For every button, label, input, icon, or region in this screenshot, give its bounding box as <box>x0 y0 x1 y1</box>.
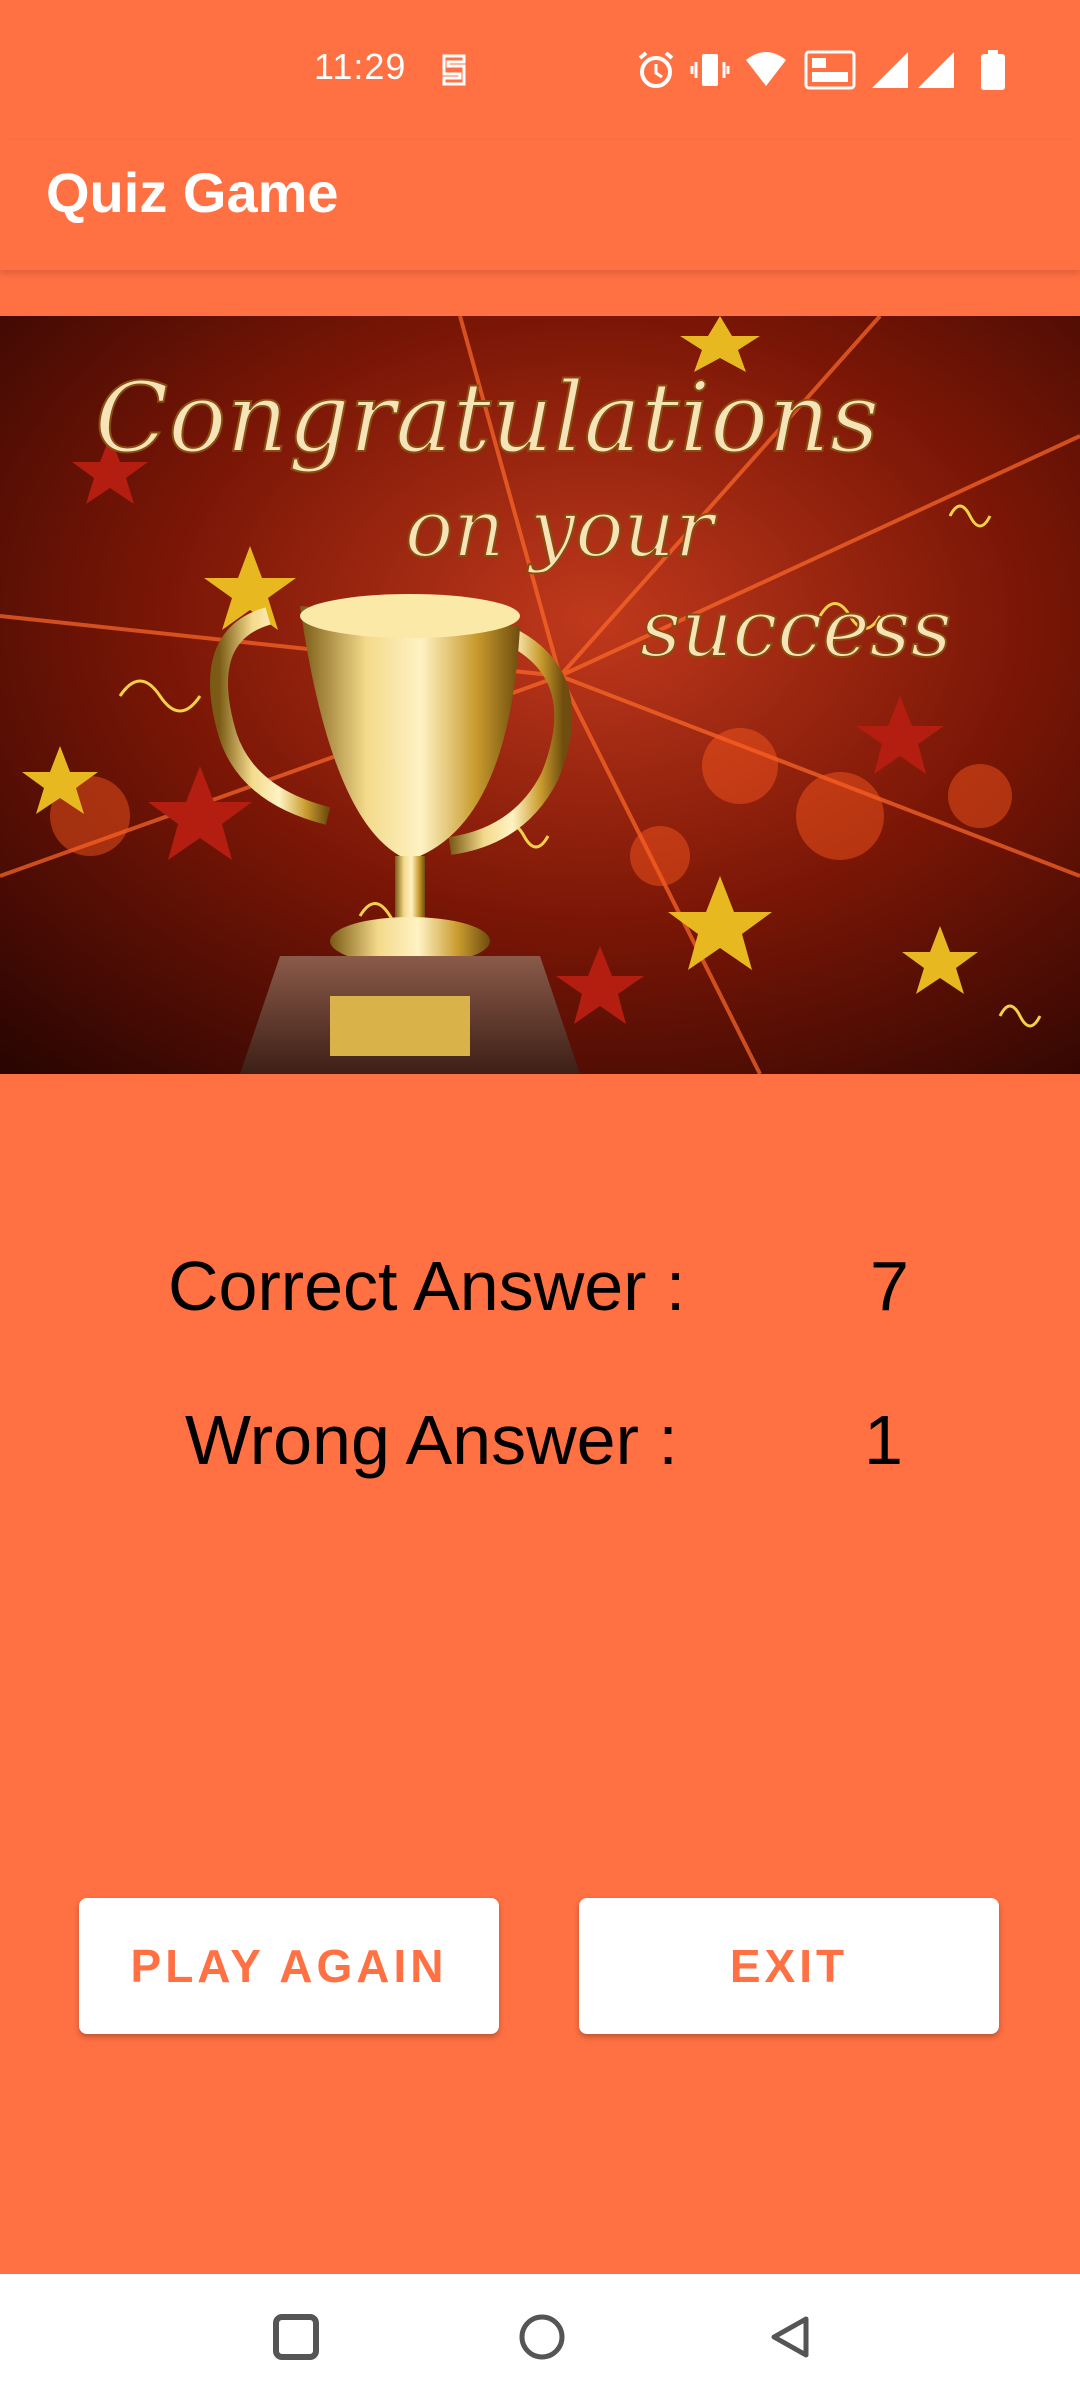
play-again-button[interactable]: PLAY AGAIN <box>79 1898 499 2034</box>
wrong-answer-label: Wrong Answer : <box>185 1401 678 1479</box>
wifi-icon <box>744 50 788 95</box>
back-button[interactable] <box>730 2274 850 2400</box>
volte-icon <box>804 50 856 95</box>
banner-line-2: on your <box>405 482 718 575</box>
signal-icon <box>870 50 910 95</box>
app-bar: Quiz Game <box>0 140 1080 270</box>
battery-icon <box>978 50 1008 95</box>
wrong-answer-value: 1 <box>864 1401 903 1479</box>
vibrate-icon <box>690 50 730 95</box>
home-icon <box>519 2314 565 2360</box>
alarm-icon <box>636 50 676 95</box>
banner-line-3: success <box>640 582 952 675</box>
exit-button[interactable]: EXIT <box>579 1898 999 2034</box>
status-time: 11:29 <box>314 46 407 87</box>
correct-answer-label: Correct Answer : <box>168 1247 686 1325</box>
recents-icon <box>273 2314 319 2360</box>
navigation-bar <box>0 2274 1080 2400</box>
app-root: 11:29 Quiz Game Congratulations on your … <box>0 0 1080 2400</box>
home-button[interactable] <box>482 2274 602 2400</box>
app-title: Quiz Game <box>46 161 339 224</box>
banner-line-1: Congratulations <box>95 362 879 474</box>
status-bar: 11:29 <box>0 0 1080 140</box>
signal-icon <box>916 50 956 95</box>
back-icon <box>771 2316 809 2358</box>
congratulations-banner: Congratulations on your success <box>0 316 1080 1074</box>
recents-button[interactable] <box>236 2274 356 2400</box>
correct-answer-value: 7 <box>870 1247 909 1325</box>
notification-icon <box>438 50 470 95</box>
